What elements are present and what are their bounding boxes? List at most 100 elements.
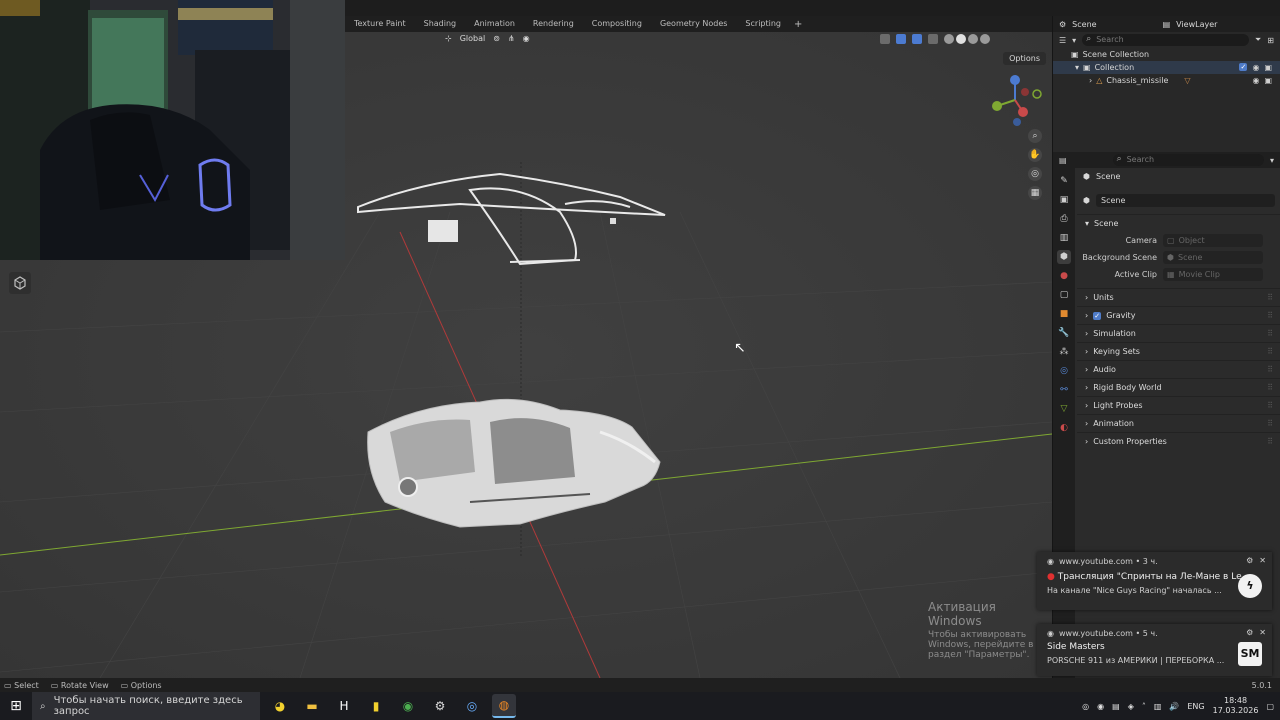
blender-icon[interactable]: ◍ [492, 694, 516, 718]
add-workspace-button[interactable]: + [790, 19, 806, 30]
rendered-shading-icon[interactable] [980, 34, 990, 44]
scene-selector[interactable]: Scene [1072, 20, 1096, 29]
notification-toast-1[interactable]: ◉ www.youtube.com • 3 ч. ● Трансляция "С… [1037, 552, 1272, 610]
scene-tab-icon[interactable]: ⬢ [1057, 250, 1071, 264]
particles-tab-icon[interactable]: ⁂ [1057, 345, 1071, 359]
volume-icon[interactable]: 🔊 [1169, 702, 1179, 711]
taskbar-search[interactable]: ⌕ Чтобы начать поиск, введите здесь запр… [32, 692, 260, 720]
chrome-icon[interactable]: ◉ [396, 694, 420, 718]
close-icon[interactable]: ✕ [1259, 556, 1266, 565]
panel-scene-header[interactable]: ▾ Scene [1077, 214, 1280, 232]
chevron-down-icon[interactable]: ▾ [1075, 63, 1079, 72]
drag-handle-icon[interactable]: ⠿ [1267, 293, 1273, 302]
pivot-icon[interactable]: ⊚ [493, 34, 500, 43]
perspective-grid-icon[interactable]: ▦ [1028, 186, 1042, 200]
add-cube-tool[interactable] [9, 272, 31, 294]
network-icon[interactable]: ▥ [1154, 702, 1162, 711]
filter-icon[interactable]: ⏷ [1255, 35, 1261, 45]
constraints-tab-icon[interactable]: ⚯ [1057, 383, 1071, 397]
notifications-icon[interactable]: ▢ [1266, 702, 1274, 711]
panel-light-probes[interactable]: › Light Probes ⠿ [1077, 396, 1280, 414]
snap-icon[interactable]: ⋔ [508, 34, 515, 43]
tab-texture-paint[interactable]: Texture Paint [345, 16, 415, 32]
material-shading-icon[interactable] [968, 34, 978, 44]
drag-handle-icon[interactable]: ⠿ [1267, 419, 1273, 428]
editor-type-icon[interactable]: ▤ [1059, 156, 1067, 165]
proportional-edit-icon[interactable]: ◉ [523, 34, 530, 43]
collection-tab-icon[interactable]: ▢ [1057, 288, 1071, 302]
tab-scripting[interactable]: Scripting [736, 16, 790, 32]
scene-datablock-field[interactable]: Scene [1095, 193, 1275, 207]
drag-handle-icon[interactable]: ⠿ [1267, 311, 1273, 320]
view-layer-selector[interactable]: ViewLayer [1176, 20, 1217, 29]
drag-handle-icon[interactable]: ⠿ [1267, 347, 1273, 356]
app-emoji-icon[interactable]: ◕ [268, 694, 292, 718]
panel-rigid-body-world[interactable]: › Rigid Body World ⠿ [1077, 378, 1280, 396]
display-mode-icon[interactable]: ☰ [1059, 36, 1066, 45]
notification-settings-icon[interactable]: ⚙ [1246, 628, 1253, 637]
windows-start-icon[interactable]: ⊞ [0, 692, 32, 720]
eye-icon[interactable]: ◉ [1252, 63, 1259, 72]
object-tab-icon[interactable]: ■ [1057, 307, 1071, 321]
drag-handle-icon[interactable]: ⠿ [1267, 383, 1273, 392]
new-collection-icon[interactable]: ⊞ [1267, 36, 1274, 45]
tool-tab-icon[interactable]: ✎ [1057, 174, 1071, 188]
properties-search-input[interactable]: Search [1112, 153, 1264, 166]
steam-icon[interactable]: ◎ [460, 694, 484, 718]
eye-icon[interactable]: ◉ [1252, 76, 1259, 85]
object-row-chassis[interactable]: › △ Chassis_missile ▽ ◉ ▣ [1053, 74, 1280, 87]
panel-animation[interactable]: › Animation ⠿ [1077, 414, 1280, 432]
wireframe-shading-icon[interactable] [944, 34, 954, 44]
tray-app-icon[interactable]: ◉ [1097, 702, 1104, 711]
gizmo-toggle-icon[interactable] [896, 34, 906, 44]
camera-view-icon[interactable]: ◎ [1028, 167, 1042, 181]
xray-toggle-icon[interactable] [928, 34, 938, 44]
data-tab-icon[interactable]: ▽ [1057, 402, 1071, 416]
collection-row[interactable]: ▾ ▣ Collection ✓ ◉ ▣ [1053, 61, 1280, 74]
tab-animation[interactable]: Animation [465, 16, 524, 32]
transform-orientation-dropdown[interactable]: Global [460, 34, 486, 43]
pan-hand-icon[interactable]: ✋ [1028, 148, 1042, 162]
panel-gravity[interactable]: › ✓ Gravity ⠿ [1077, 306, 1280, 324]
drag-handle-icon[interactable]: ⠿ [1267, 365, 1273, 374]
zoom-icon[interactable]: ⌕ [1028, 129, 1042, 143]
navigation-gizmo[interactable] [987, 72, 1042, 127]
physics-tab-icon[interactable]: ◎ [1057, 364, 1071, 378]
tray-app-icon[interactable]: ▤ [1112, 702, 1120, 711]
chevron-right-icon[interactable]: › [1089, 76, 1092, 85]
tab-shading[interactable]: Shading [415, 16, 466, 32]
drag-handle-icon[interactable]: ⠿ [1267, 437, 1273, 446]
gravity-checkbox[interactable]: ✓ [1093, 311, 1102, 320]
scene-collection-row[interactable]: ▣ Scene Collection [1053, 48, 1280, 61]
tab-rendering[interactable]: Rendering [524, 16, 583, 32]
modifier-tab-icon[interactable]: 🔧 [1057, 326, 1071, 340]
active-clip-field[interactable]: ▦ Movie Clip [1163, 268, 1263, 281]
panel-audio[interactable]: › Audio ⠿ [1077, 360, 1280, 378]
app-yellow-icon[interactable]: ▮ [364, 694, 388, 718]
notification-toast-2[interactable]: ◉ www.youtube.com • 5 ч. Side Masters PO… [1037, 624, 1272, 676]
background-scene-field[interactable]: ⬢ Scene [1163, 251, 1263, 264]
visibility-icon[interactable] [880, 34, 890, 44]
drag-handle-icon[interactable]: ⠿ [1267, 401, 1273, 410]
chevron-down-icon[interactable]: ▾ [1270, 156, 1274, 165]
drag-handle-icon[interactable]: ⠿ [1267, 329, 1273, 338]
tab-compositing[interactable]: Compositing [583, 16, 651, 32]
camera-field[interactable]: ▢ Object [1163, 234, 1263, 247]
view-layer-tab-icon[interactable]: ▥ [1057, 231, 1071, 245]
language-indicator[interactable]: ENG [1187, 702, 1204, 711]
solid-shading-icon[interactable] [956, 34, 966, 44]
material-tab-icon[interactable]: ◐ [1057, 421, 1071, 435]
panel-keying-sets[interactable]: › Keying Sets ⠿ [1077, 342, 1280, 360]
filter-dropdown-icon[interactable]: ▾ [1072, 36, 1076, 45]
panel-simulation[interactable]: › Simulation ⠿ [1077, 324, 1280, 342]
panel-units[interactable]: › Units ⠿ [1077, 288, 1280, 306]
close-icon[interactable]: ✕ [1259, 628, 1266, 637]
tray-shield-icon[interactable]: ◈ [1128, 702, 1134, 711]
camera-icon[interactable]: ▣ [1264, 76, 1272, 85]
app-h-icon[interactable]: H [332, 694, 356, 718]
world-tab-icon[interactable]: ● [1057, 269, 1071, 283]
output-tab-icon[interactable]: ⎙ [1057, 212, 1071, 226]
notification-settings-icon[interactable]: ⚙ [1246, 556, 1253, 565]
options-button[interactable]: Options [1003, 52, 1046, 65]
camera-icon[interactable]: ▣ [1264, 63, 1272, 72]
